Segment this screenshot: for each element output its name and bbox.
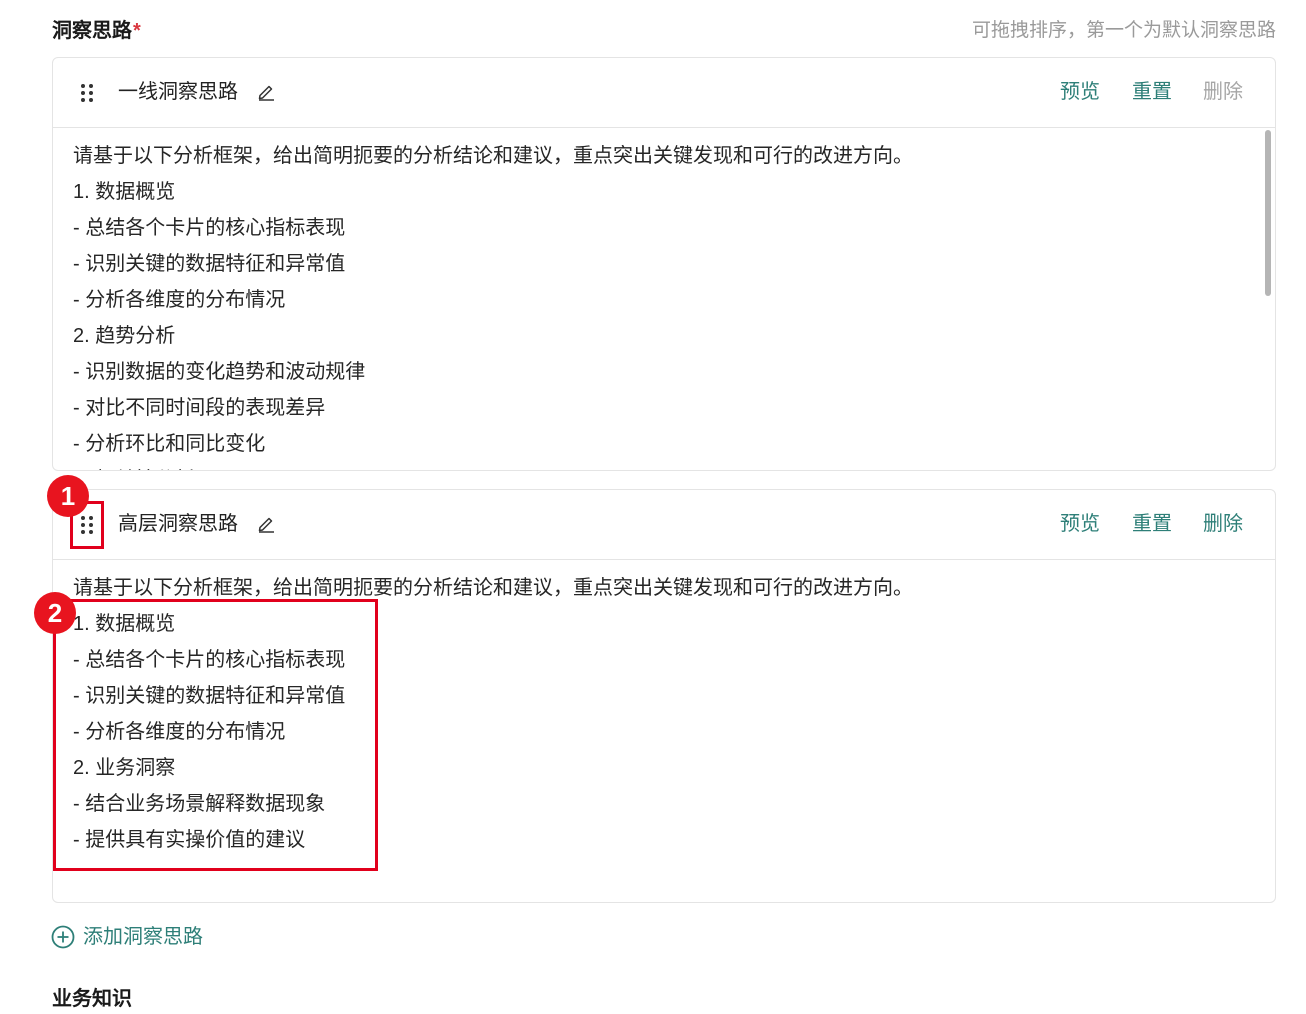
required-mark: * — [133, 20, 141, 42]
prompt-lines: 请基于以下分析框架，给出简明扼要的分析结论和建议，重点突出关键发现和可行的改进方… — [73, 138, 913, 470]
preview-button[interactable]: 预览 — [1060, 76, 1100, 108]
prompt-line: - 总结各个卡片的核心指标表现 — [73, 217, 346, 239]
prompt-line: 2. 趋势分析 — [73, 325, 176, 347]
prompt-line: 3. 相关性分析 — [73, 462, 913, 470]
preview-button[interactable]: 预览 — [1060, 508, 1100, 540]
add-insight-label: 添加洞察思路 — [83, 926, 203, 948]
prompt-textarea[interactable]: 请基于以下分析框架，给出简明扼要的分析结论和建议，重点突出关键发现和可行的改进方… — [53, 128, 1275, 470]
prompt-line: - 分析环比和同比变化 — [73, 433, 266, 455]
delete-button[interactable]: 删除 — [1203, 76, 1243, 108]
prompt-line: 请基于以下分析框架，给出简明扼要的分析结论和建议，重点突出关键发现和可行的改进方… — [73, 145, 913, 167]
delete-button[interactable]: 删除 — [1203, 508, 1243, 540]
reset-button[interactable]: 重置 — [1132, 76, 1172, 108]
section-title-text: 洞察思路 — [52, 20, 132, 42]
card-name: 一线洞察思路 — [118, 81, 238, 103]
prompt-line: 1. 数据概览 — [73, 181, 176, 203]
insight-card-frontline: 一线洞察思路 预览 重置 删除 请基于以下分析框架，给出简明扼要的分析结论和建议… — [52, 57, 1276, 471]
card-header: 一线洞察思路 预览 重置 删除 — [53, 58, 1275, 128]
section-title: 洞察思路* — [52, 16, 141, 46]
card-name: 高层洞察思路 — [118, 513, 238, 535]
sort-hint: 可拖拽排序，第一个为默认洞察思路 — [971, 20, 1276, 41]
reset-button[interactable]: 重置 — [1132, 508, 1172, 540]
plus-circle-icon — [51, 925, 75, 949]
edit-icon[interactable] — [256, 81, 276, 101]
annotation-box-prompt-text — [53, 599, 378, 871]
edit-icon[interactable] — [256, 513, 276, 533]
annotation-badge-2: 2 — [34, 592, 76, 634]
next-section-title: 业务知识 — [52, 988, 132, 1010]
prompt-line: - 识别关键的数据特征和异常值 — [73, 253, 346, 275]
drag-handle-icon[interactable] — [81, 84, 95, 102]
prompt-line: - 对比不同时间段的表现差异 — [73, 397, 326, 419]
annotation-badge-1: 1 — [47, 475, 89, 517]
prompt-line: - 分析各维度的分布情况 — [73, 289, 286, 311]
scrollbar-thumb[interactable] — [1265, 130, 1271, 296]
prompt-line: - 识别数据的变化趋势和波动规律 — [73, 361, 366, 383]
card-header: 高层洞察思路 预览 重置 删除 — [53, 490, 1275, 560]
section-header: 洞察思路* 可拖拽排序，第一个为默认洞察思路 — [52, 16, 1276, 46]
